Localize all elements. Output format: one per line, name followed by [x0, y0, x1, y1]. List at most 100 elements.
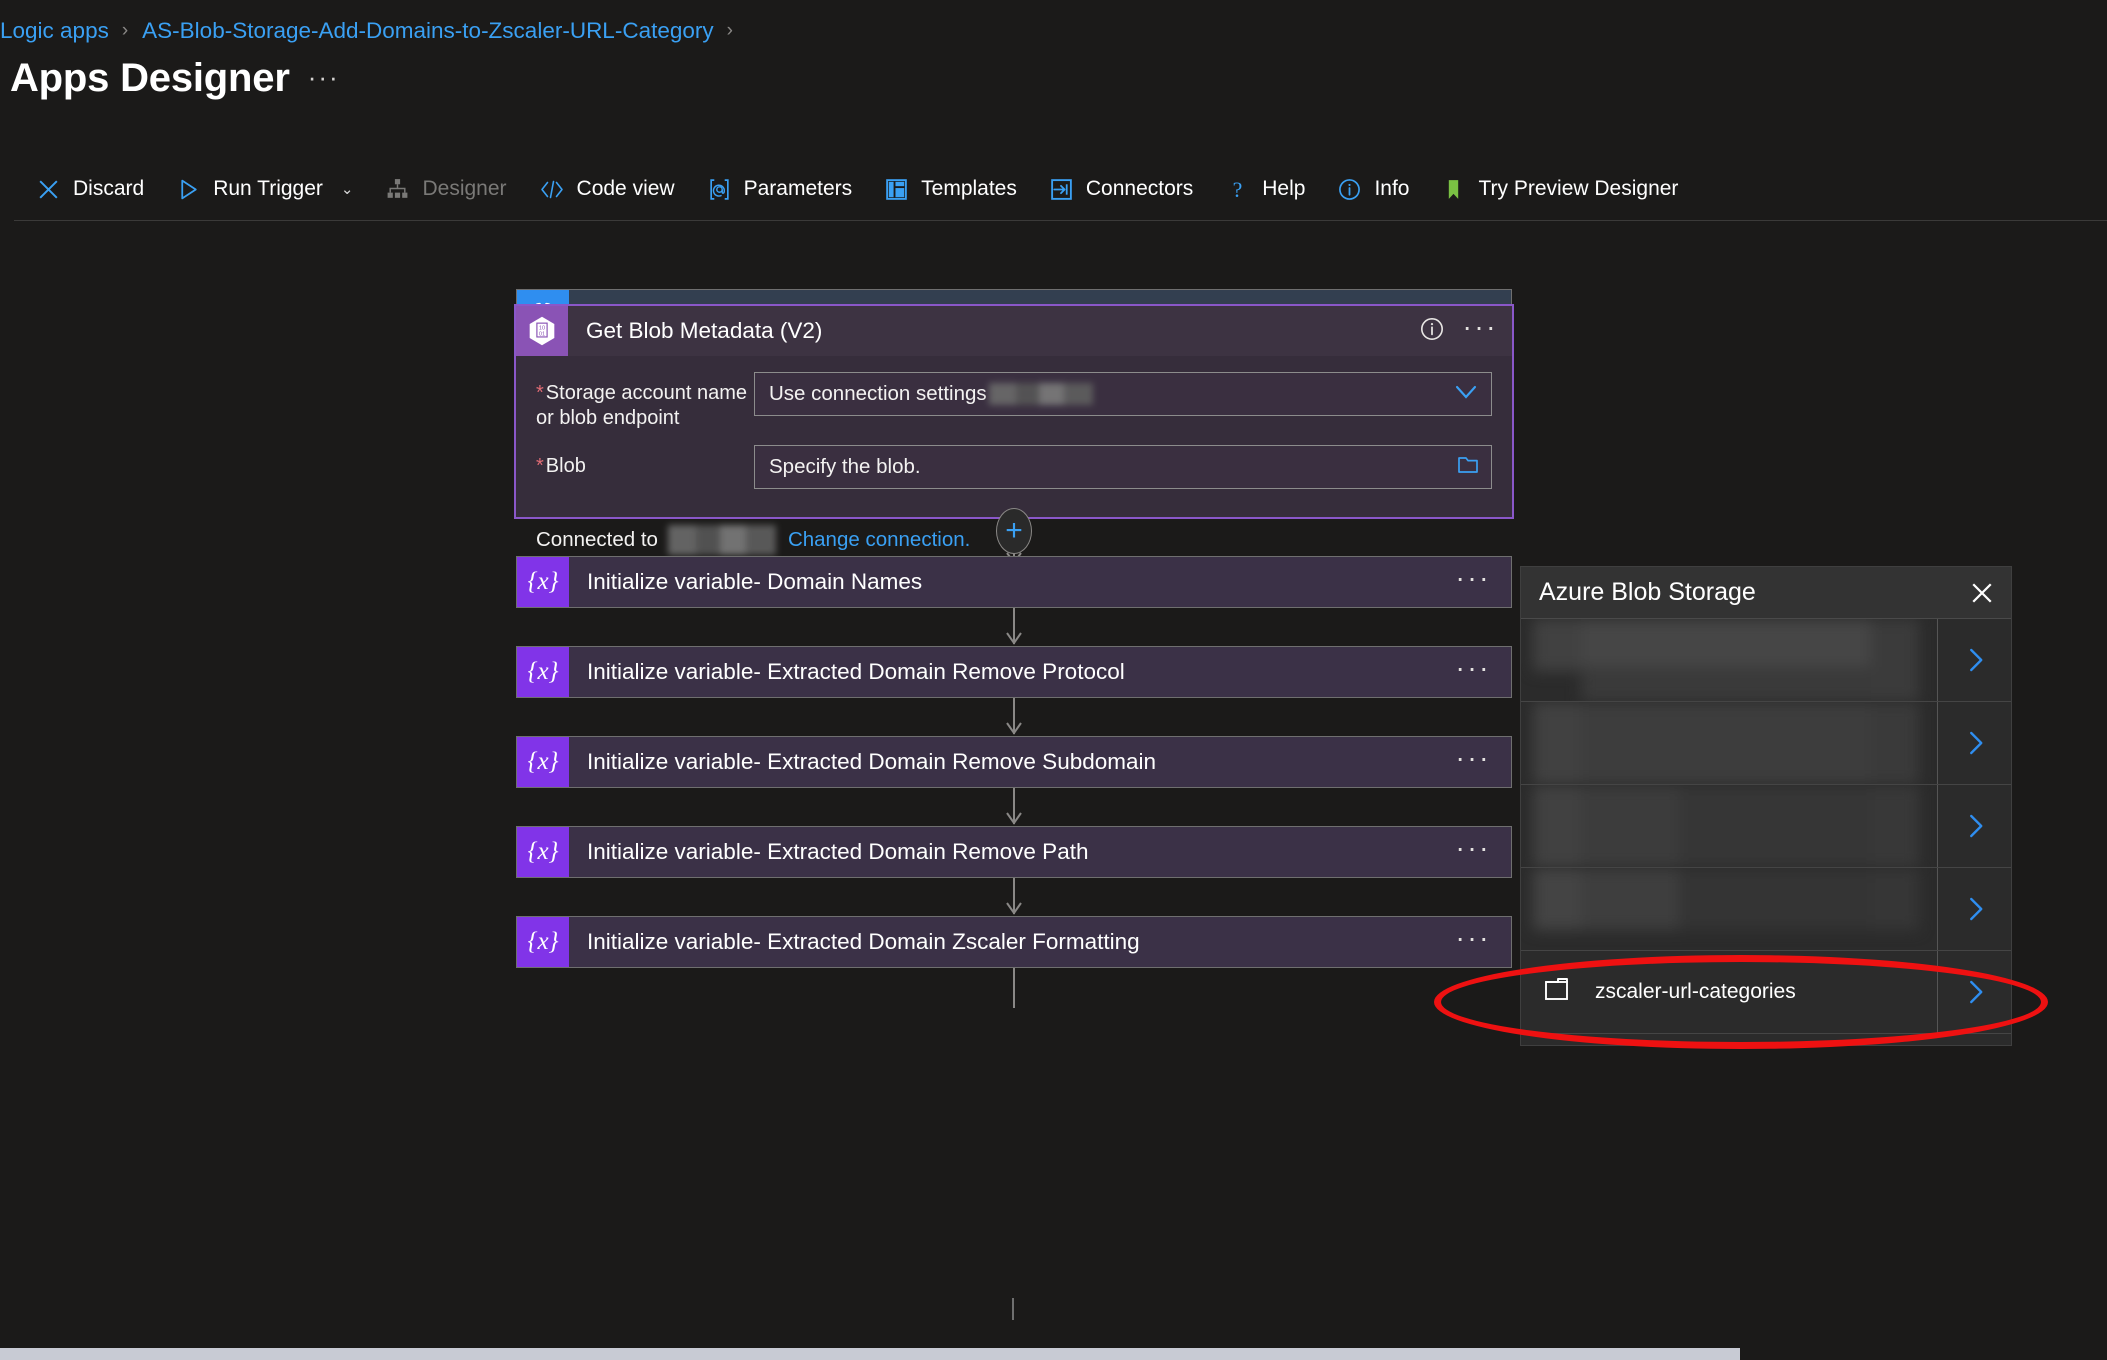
page-title-row: Apps Designer ··· [10, 58, 340, 98]
node-overflow-menu-button[interactable]: ··· [1456, 653, 1495, 685]
panel-row[interactable] [1521, 702, 2011, 785]
discard-button[interactable]: Discard [20, 165, 160, 213]
node-title: Initialize variable- Domain Names [587, 569, 923, 594]
workflow-node-init-domain-names[interactable]: {x} Initialize variable- Domain Names ··… [516, 556, 1512, 608]
chevron-right-icon[interactable] [1937, 702, 2011, 784]
connectors-button[interactable]: Connectors [1033, 165, 1209, 213]
variable-braces-glyph: {x} [527, 928, 559, 955]
redacted-value [988, 383, 1093, 405]
panel-row-content [1521, 868, 1937, 950]
variable-braces-icon: {x} [517, 917, 569, 967]
panel-row-content [1521, 785, 1937, 867]
connectors-label: Connectors [1085, 177, 1194, 200]
play-triangle-icon [176, 177, 201, 202]
chevron-right-icon[interactable] [1937, 785, 2011, 867]
node-title: Initialize variable- Extracted Domain Re… [587, 659, 1125, 684]
variable-braces-icon: {x} [517, 827, 569, 877]
code-view-label: Code view [576, 177, 675, 200]
workflow-node-init-remove-subdomain[interactable]: {x} Initialize variable- Extracted Domai… [516, 736, 1512, 788]
change-connection-link[interactable]: Change connection. [788, 528, 970, 552]
green-bookmark-icon [1441, 177, 1466, 202]
blob-input[interactable]: Specify the blob. [754, 445, 1492, 489]
folder-picker-icon[interactable] [1453, 452, 1483, 483]
chevron-right-icon[interactable] [1937, 951, 2011, 1033]
try-preview-designer-label: Try Preview Designer [1478, 177, 1679, 200]
variable-braces-glyph: {x} [527, 658, 559, 685]
workflow-node-init-zscaler-formatting[interactable]: {x} Initialize variable- Extracted Domai… [516, 916, 1512, 968]
info-label: Info [1374, 177, 1410, 200]
azure-blob-storage-picker-panel[interactable]: Azure Blob Storage zscaler-url-categorie… [1520, 566, 2012, 1046]
info-button[interactable]: Info [1321, 165, 1425, 213]
workflow-node-init-remove-protocol[interactable]: {x} Initialize variable- Extracted Domai… [516, 646, 1512, 698]
workflow-node-init-remove-path[interactable]: {x} Initialize variable- Extracted Domai… [516, 826, 1512, 878]
designer-hierarchy-icon [385, 177, 410, 202]
connector-arrow-icon [1000, 811, 1028, 827]
horizontal-scrollbar[interactable] [0, 1348, 2107, 1360]
question-mark-icon: ? [1225, 177, 1250, 202]
connector-arrow-icon [1000, 631, 1028, 647]
plus-icon: + [1005, 514, 1023, 547]
node-overflow-menu-button[interactable]: ··· [1463, 312, 1498, 344]
variable-braces-icon: {x} [517, 647, 569, 697]
close-icon[interactable] [1953, 567, 2011, 619]
field-label-text: Blob [545, 455, 586, 477]
help-label: Help [1262, 177, 1306, 200]
page-title: Apps Designer [10, 56, 290, 100]
breadcrumb-item-workflow[interactable]: AS-Blob-Storage-Add-Domains-to-Zscaler-U… [142, 18, 713, 44]
storage-account-value: Use connection settings [769, 382, 1449, 406]
templates-label: Templates [921, 177, 1017, 200]
node-overflow-menu-button[interactable]: ··· [1456, 743, 1495, 775]
chevron-down-icon[interactable] [1449, 379, 1483, 410]
parameters-label: Parameters [743, 177, 853, 200]
breadcrumb-separator-icon: › [726, 20, 733, 41]
panel-row-label: zscaler-url-categories [1595, 980, 1796, 1003]
node-header[interactable]: 10 01 Get Blob Metadata (V2) ··· [516, 306, 1512, 356]
designer-button[interactable]: Designer [369, 165, 522, 213]
breadcrumb-item-logic-apps[interactable]: Logic apps [0, 18, 109, 44]
run-trigger-button[interactable]: Run Trigger ⌄ [160, 165, 369, 213]
chevron-down-icon[interactable]: ⌄ [341, 180, 354, 198]
connector-line-tail [1012, 1298, 1014, 1320]
page-overflow-menu-button[interactable]: ··· [308, 64, 340, 98]
info-circle-icon[interactable] [1419, 316, 1445, 347]
try-preview-designer-button[interactable]: Try Preview Designer [1425, 165, 1694, 213]
horizontal-scrollbar-thumb[interactable] [0, 1348, 1740, 1360]
variable-braces-glyph: {x} [527, 568, 559, 595]
help-button[interactable]: ? Help [1209, 165, 1321, 213]
parameters-button[interactable]: Parameters [691, 165, 869, 213]
chevron-right-icon[interactable] [1937, 619, 2011, 701]
storage-account-value-text: Use connection settings [769, 382, 987, 405]
storage-account-dropdown[interactable]: Use connection settings [754, 372, 1492, 416]
panel-row[interactable] [1521, 619, 2011, 702]
add-step-button-2[interactable]: + [996, 508, 1032, 554]
info-circle-icon [1337, 177, 1362, 202]
panel-row[interactable] [1521, 785, 2011, 868]
panel-row-zscaler-url-categories[interactable]: zscaler-url-categories [1521, 951, 2011, 1034]
workflow-node-body: Initialize variable- Extracted Domain Zs… [569, 917, 1511, 967]
panel-row-content [1521, 619, 1937, 701]
node-title: Initialize variable- Extracted Domain Re… [587, 839, 1089, 864]
variable-braces-glyph: {x} [527, 748, 559, 775]
panel-row[interactable] [1521, 868, 2011, 951]
node-overflow-menu-button[interactable]: ··· [1456, 563, 1495, 595]
field-blob: * Blob Specify the blob. [536, 445, 1492, 489]
workflow-node-body: Initialize variable- Extracted Domain Re… [569, 737, 1511, 787]
at-sign-bracket-icon [707, 177, 732, 202]
svg-text:01: 01 [539, 331, 545, 337]
chevron-right-icon[interactable] [1937, 868, 2011, 950]
redacted-row-label [1521, 619, 1937, 701]
command-bar: Discard Run Trigger ⌄ Designer Code view [0, 158, 2107, 220]
redacted-row-label [1521, 702, 1937, 784]
workflow-node-get-blob-metadata[interactable]: 10 01 Get Blob Metadata (V2) ··· * Stora… [514, 304, 1514, 555]
templates-button[interactable]: Templates [868, 165, 1033, 213]
panel-title: Azure Blob Storage [1539, 578, 1756, 606]
redacted-connection-name [667, 525, 776, 555]
code-view-button[interactable]: Code view [523, 165, 691, 213]
templates-grid-icon [884, 177, 909, 202]
close-x-icon [36, 177, 61, 202]
redacted-row-label [1521, 785, 1937, 867]
redacted-row-label [1521, 868, 1937, 950]
node-overflow-menu-button[interactable]: ··· [1456, 923, 1495, 955]
node-overflow-menu-button[interactable]: ··· [1456, 833, 1495, 865]
required-indicator: * [536, 382, 544, 404]
